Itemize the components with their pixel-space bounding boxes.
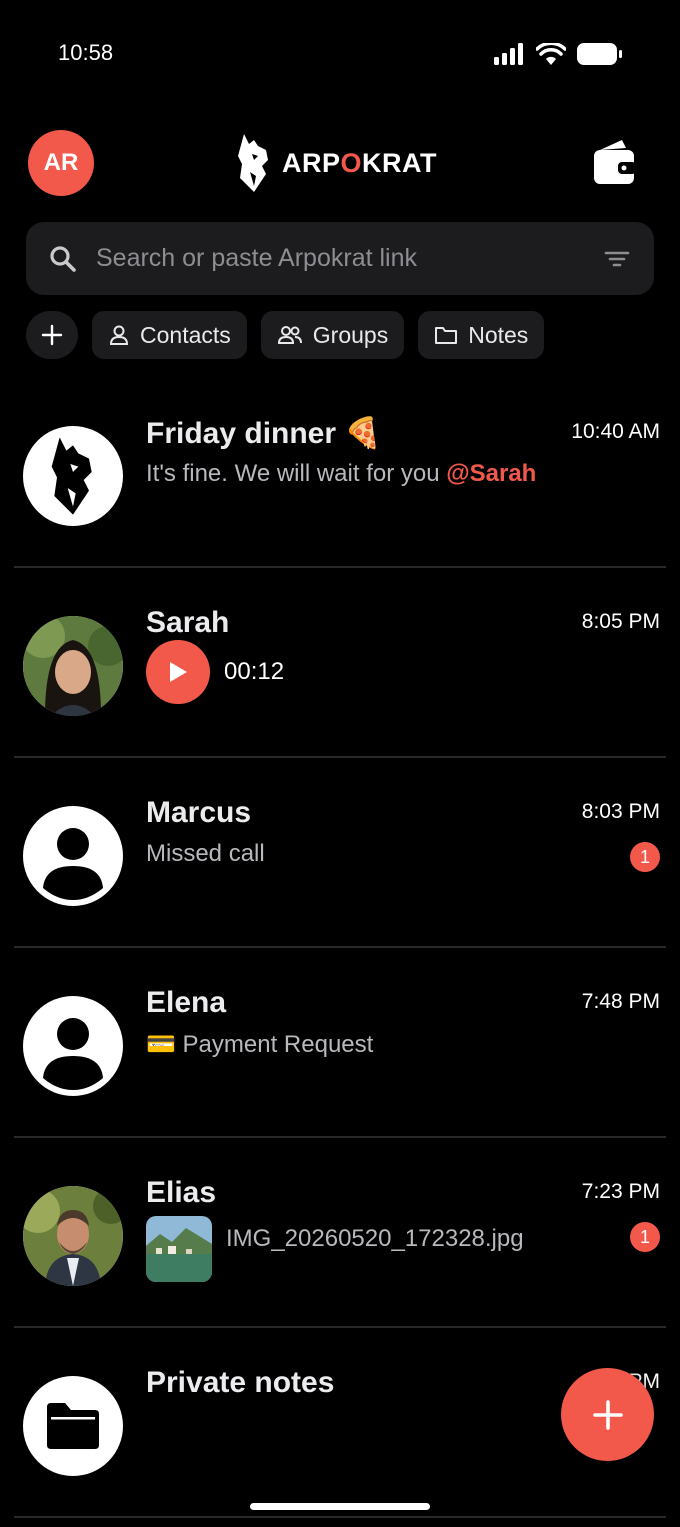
brand-logo: ARPOKRAT — [236, 132, 437, 194]
chat-preview: Missed call — [146, 840, 265, 867]
chat-row-elena[interactable]: Elena 7:48 PM 💳 Payment Request — [0, 948, 680, 1138]
image-thumbnail[interactable] — [146, 1216, 212, 1282]
arpokrat-logo-icon — [238, 134, 268, 192]
chat-time: 7:23 PM — [581, 1180, 660, 1203]
chat-preview: It's fine. We will wait for you @Sarah — [146, 460, 536, 488]
folder-outline-icon — [435, 327, 458, 344]
chat-row-friday-dinner[interactable]: Friday dinner 🍕 10:40 AM It's fine. We w… — [0, 378, 680, 568]
chat-avatar — [23, 806, 123, 906]
chat-time: 7:48 PM — [581, 990, 660, 1013]
voice-message: 00:12 — [146, 640, 284, 704]
play-icon — [170, 662, 187, 682]
chat-name: Marcus — [146, 796, 252, 829]
unread-badge: 1 — [630, 842, 660, 872]
filter-icon[interactable] — [602, 244, 632, 274]
voice-duration: 00:12 — [224, 658, 285, 685]
contacts-chip-label: Contacts — [140, 321, 231, 348]
new-chat-fab[interactable] — [561, 1368, 654, 1461]
search-icon — [50, 245, 76, 272]
user-icon — [43, 1018, 103, 1090]
groups-chip-label: Groups — [312, 321, 389, 348]
chat-row-elias[interactable]: Elias 7:23 PM IMG_20260520_172328.jpg 1 — [0, 1138, 680, 1328]
chat-preview: 💳 Payment Request — [146, 1031, 374, 1058]
wallet-icon — [594, 140, 636, 184]
person-icon — [109, 325, 129, 345]
wifi-icon — [536, 43, 566, 65]
arpokrat-logo-icon — [51, 437, 92, 515]
profile-avatar[interactable]: AR — [28, 130, 94, 196]
chat-name: Elias — [146, 1176, 217, 1209]
image-filename: IMG_20260520_172328.jpg — [226, 1225, 524, 1252]
chat-avatar — [23, 426, 123, 526]
status-icons — [494, 42, 624, 66]
sarah-photo — [23, 616, 123, 716]
elias-photo — [23, 1186, 123, 1286]
chat-row-sarah[interactable]: Sarah 8:05 PM 00:12 — [0, 568, 680, 758]
group-icon — [277, 326, 302, 344]
search-input[interactable] — [96, 244, 602, 273]
brand-name: ARPOKRAT — [282, 147, 438, 178]
plus-icon — [592, 1399, 623, 1430]
chat-avatar — [23, 1376, 123, 1476]
chat-avatar — [23, 616, 123, 716]
image-attachment: IMG_20260520_172328.jpg — [146, 1216, 524, 1282]
chat-name: Private notes — [146, 1366, 335, 1399]
mention[interactable]: @Sarah — [446, 460, 536, 487]
folder-icon — [47, 1403, 99, 1449]
notes-chip-label: Notes — [468, 321, 529, 348]
cellular-signal-icon — [494, 43, 523, 65]
divider — [14, 1516, 666, 1518]
add-chip-button[interactable] — [26, 311, 78, 359]
chat-preview-text: It's fine. We will wait for you — [146, 460, 447, 487]
groups-chip[interactable]: Groups — [260, 311, 405, 359]
chat-name: Elena — [146, 986, 227, 1019]
app-header: AR ARPOKRAT — [0, 128, 680, 200]
chat-list: Friday dinner 🍕 10:40 AM It's fine. We w… — [0, 378, 680, 1518]
battery-icon — [577, 43, 622, 65]
image-thumbnail-landscape — [146, 1216, 212, 1282]
chat-name: Sarah — [146, 606, 230, 639]
chat-time: 8:05 PM — [581, 610, 660, 633]
search-bar — [26, 222, 654, 295]
chat-name: Friday dinner 🍕 — [146, 417, 382, 450]
filter-chips: Contacts Groups Notes — [26, 311, 545, 359]
status-bar: 10:58 — [0, 0, 680, 110]
play-button[interactable] — [146, 640, 210, 704]
wallet-button[interactable] — [590, 136, 640, 188]
contacts-chip[interactable]: Contacts — [92, 311, 247, 359]
chat-row-marcus[interactable]: Marcus 8:03 PM Missed call 1 — [0, 758, 680, 948]
status-time: 10:58 — [58, 40, 114, 65]
user-icon — [43, 828, 103, 900]
plus-icon — [41, 324, 63, 346]
chat-time: 8:03 PM — [581, 800, 660, 823]
chat-time: 10:40 AM — [571, 420, 660, 443]
chat-avatar — [23, 1186, 123, 1286]
notes-chip[interactable]: Notes — [418, 311, 545, 359]
home-indicator[interactable] — [250, 1503, 430, 1510]
chat-avatar — [23, 996, 123, 1096]
unread-badge: 1 — [630, 1222, 660, 1252]
